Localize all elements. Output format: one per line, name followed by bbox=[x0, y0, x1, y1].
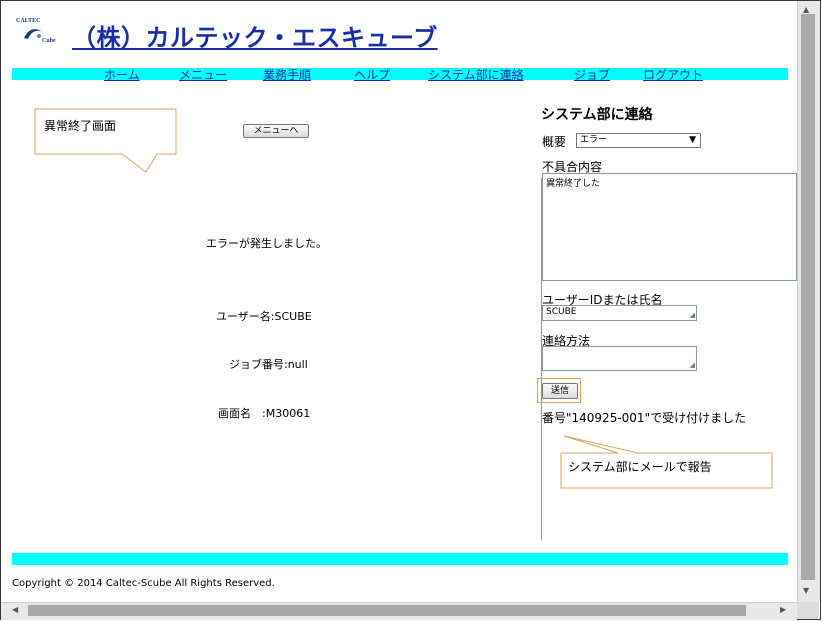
receipt-message: 番号"140925-001"で受け付けました bbox=[542, 411, 747, 425]
logo-text-top: CALTEC bbox=[16, 18, 41, 24]
send-button[interactable]: 送信 bbox=[542, 383, 578, 399]
user-input[interactable]: SCUBE ◢ bbox=[542, 305, 697, 321]
logo-swoosh-icon bbox=[24, 29, 42, 39]
nav-menu[interactable]: メニュー bbox=[179, 66, 227, 83]
summary-label: 概要 bbox=[542, 135, 567, 149]
company-logo: CALTEC Cube bbox=[14, 18, 60, 48]
sidebar-title: システム部に連絡 bbox=[541, 107, 653, 123]
resize-grip-icon[interactable]: ◢ bbox=[690, 312, 695, 319]
browser-frame bbox=[0, 0, 821, 620]
job-number-line: ジョブ番号:null bbox=[229, 358, 308, 371]
nav-home[interactable]: ホーム bbox=[104, 66, 140, 83]
nav-jobs[interactable]: ジョブ bbox=[574, 66, 610, 83]
mail-callout-label: システム部にメールで報告 bbox=[568, 460, 712, 474]
user-input-value: SCUBE bbox=[546, 307, 577, 317]
scroll-right-icon[interactable]: ▶ bbox=[780, 605, 786, 614]
scroll-left-icon[interactable]: ◀ bbox=[12, 605, 18, 614]
summary-select[interactable]: エラー ▼ bbox=[576, 133, 701, 148]
scroll-down-icon[interactable]: ▼ bbox=[803, 586, 809, 595]
logo-text-bottom: Cube bbox=[42, 38, 56, 44]
problem-textarea-value: 異常終了した bbox=[546, 179, 601, 189]
nav-logout[interactable]: ログアウト bbox=[643, 66, 703, 83]
contact-textarea[interactable]: ◢ bbox=[542, 346, 697, 371]
vertical-scroll-thumb[interactable] bbox=[801, 14, 815, 580]
horizontal-scroll-thumb[interactable] bbox=[28, 605, 746, 616]
site-title[interactable]: （株）カルテック・エスキューブ bbox=[72, 18, 438, 53]
copyright-text: Copyright © 2014 Caltec-Scube All Rights… bbox=[12, 578, 275, 589]
summary-select-value: エラー bbox=[580, 135, 608, 145]
problem-textarea[interactable]: 異常終了した bbox=[542, 173, 797, 281]
nav-help[interactable]: ヘルプ bbox=[354, 66, 390, 83]
nav-procedures[interactable]: 業務手順 bbox=[263, 66, 311, 83]
screen-callout-label: 異常終了画面 bbox=[44, 119, 117, 133]
footer-bar bbox=[12, 553, 788, 565]
username-line: ユーザー名:SCUBE bbox=[216, 310, 312, 323]
error-message: エラーが発生しました。 bbox=[206, 237, 327, 250]
resize-grip-icon[interactable]: ◢ bbox=[690, 362, 695, 369]
screen-name-line: 画面名 :M30061 bbox=[218, 407, 311, 420]
dropdown-arrow-icon: ▼ bbox=[689, 135, 696, 145]
scrollbar-corner bbox=[797, 602, 819, 619]
scroll-up-icon[interactable]: ▲ bbox=[803, 5, 809, 14]
nav-contact-system[interactable]: システム部に連絡 bbox=[428, 66, 524, 83]
menu-button[interactable]: メニューへ bbox=[243, 124, 309, 138]
